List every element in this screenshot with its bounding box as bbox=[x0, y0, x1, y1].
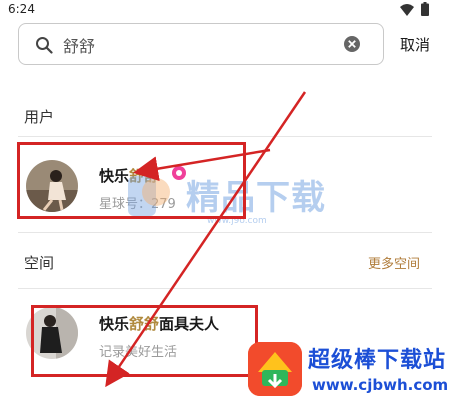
wifi-icon bbox=[400, 4, 414, 16]
space-description: 记录美好生活 bbox=[99, 345, 178, 360]
site-watermark-url: www.cjbwh.com bbox=[312, 376, 449, 394]
divider bbox=[18, 136, 432, 137]
divider bbox=[18, 288, 432, 289]
users-section-title: 用户 bbox=[24, 108, 55, 126]
divider bbox=[18, 232, 432, 233]
watermark-logo-icon bbox=[128, 176, 170, 216]
site-watermark-title: 超级棒下载站 bbox=[308, 348, 447, 373]
status-time: 6:24 bbox=[8, 2, 35, 16]
more-spaces-link[interactable]: 更多空间 bbox=[368, 253, 420, 272]
space-avatar bbox=[26, 307, 78, 359]
search-icon bbox=[36, 37, 53, 54]
clear-icon[interactable] bbox=[343, 35, 361, 53]
space-name: 快乐舒舒面具夫人 bbox=[99, 315, 220, 333]
spaces-section-title: 空间 bbox=[24, 254, 55, 272]
site-logo-icon bbox=[248, 342, 302, 396]
battery-icon bbox=[421, 2, 429, 16]
watermark-url: www.j9o.com bbox=[207, 216, 267, 226]
status-bar: 6:24 bbox=[0, 0, 450, 20]
watermark-text: 精品下载 bbox=[186, 178, 326, 218]
cancel-button[interactable]: 取消 bbox=[400, 34, 430, 55]
search-bar[interactable] bbox=[18, 23, 384, 65]
search-input[interactable] bbox=[63, 33, 333, 57]
user-avatar bbox=[26, 160, 78, 212]
